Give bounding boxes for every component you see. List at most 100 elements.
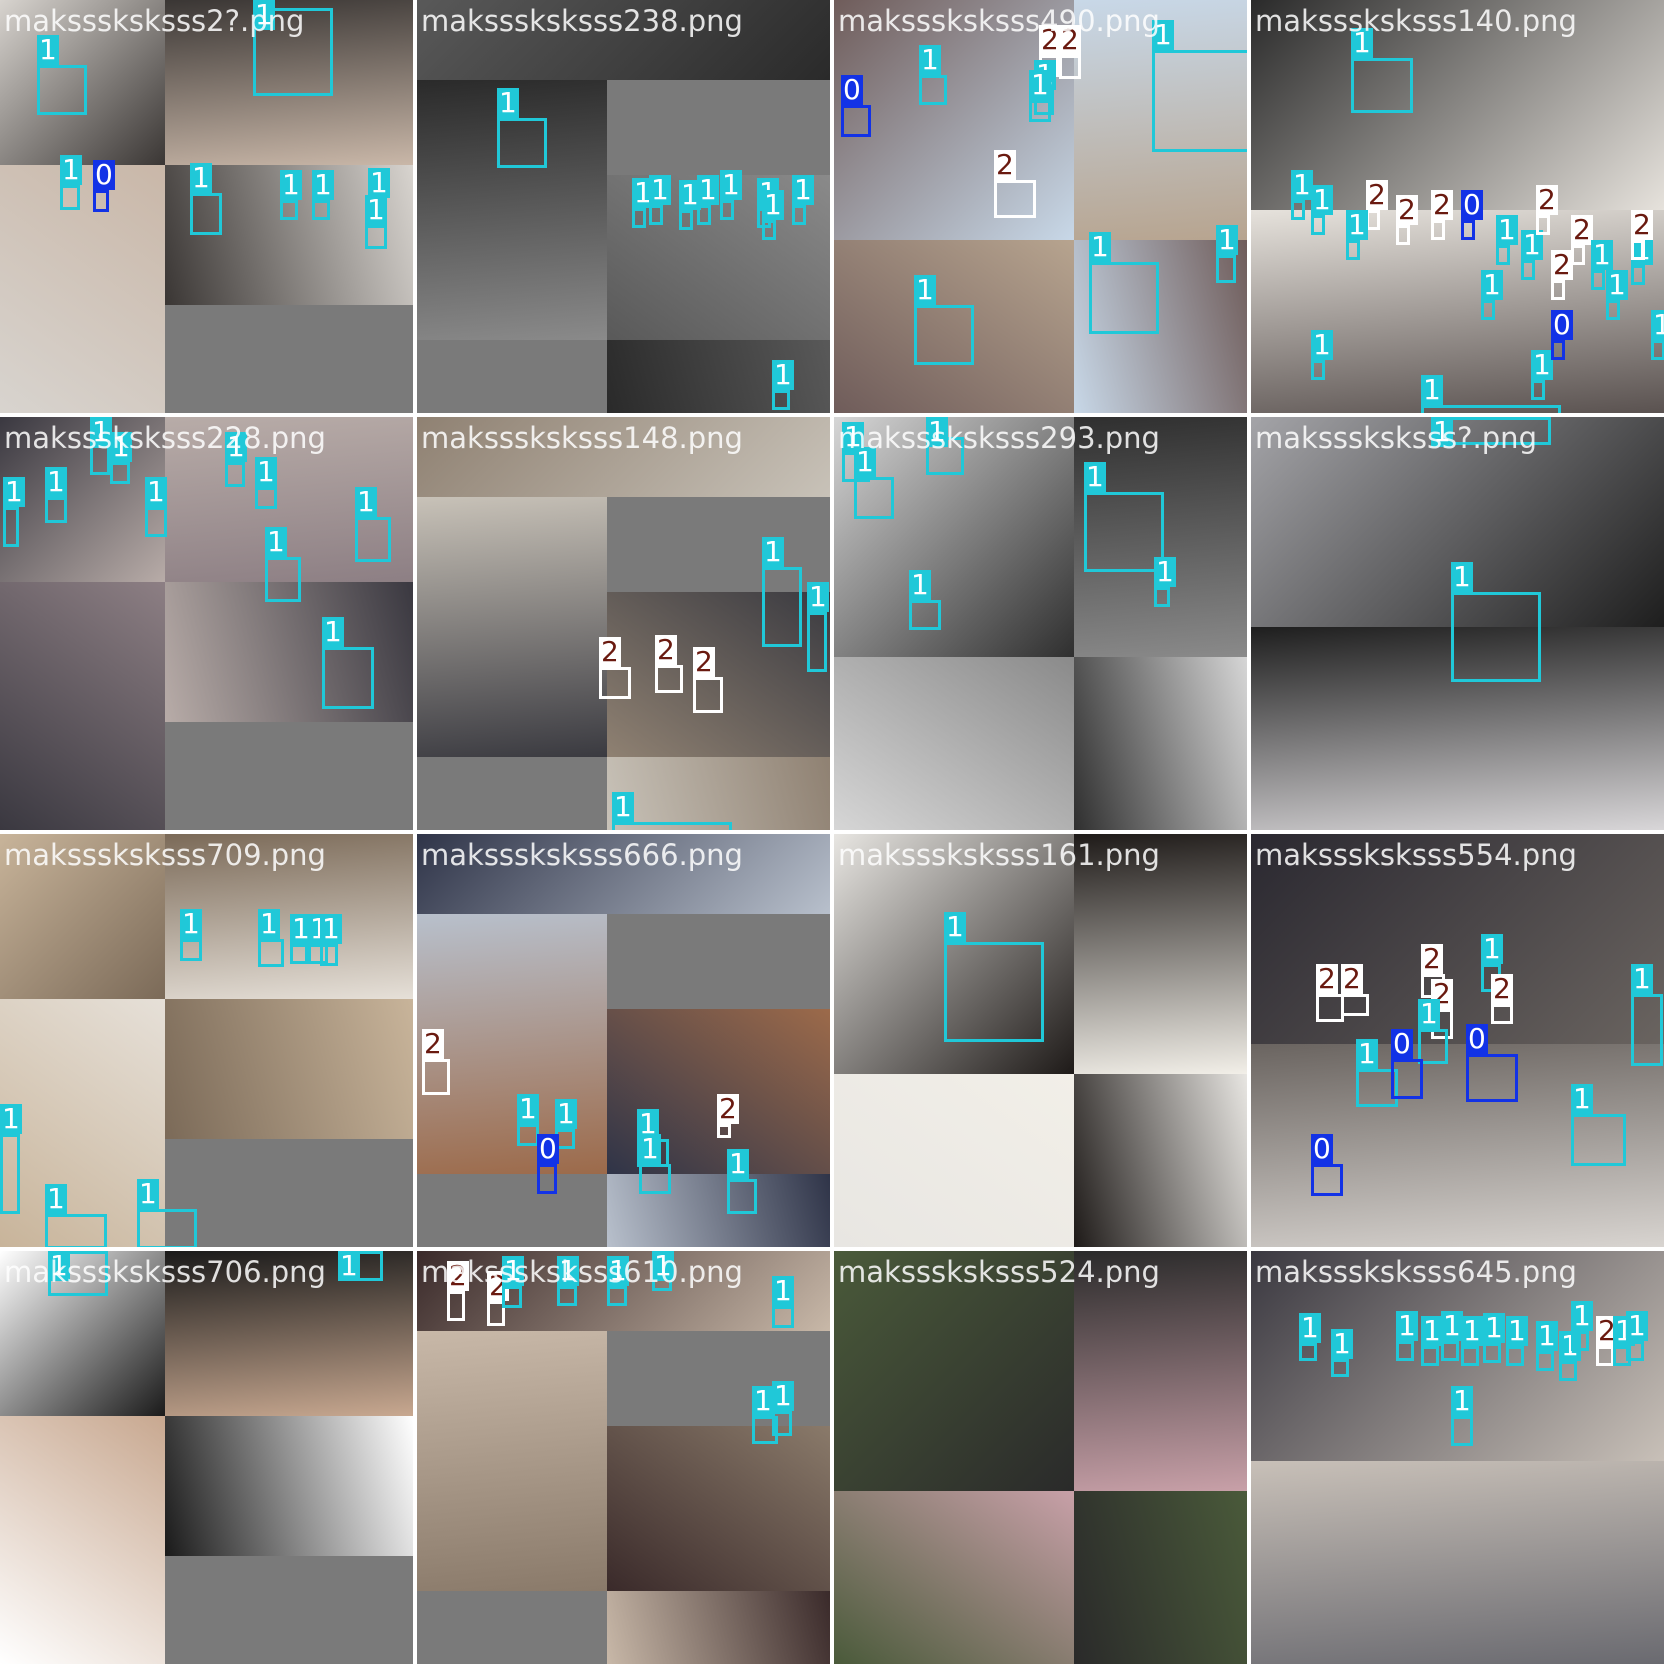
detection-box xyxy=(1451,592,1541,682)
class-label: 1 xyxy=(517,1092,539,1125)
class-label: 1 xyxy=(3,475,25,508)
class-label: 1 xyxy=(1311,328,1333,361)
photo-region xyxy=(607,1591,830,1664)
detection-box xyxy=(612,822,732,830)
class-label: 1 xyxy=(1441,1309,1463,1342)
detection-box xyxy=(190,193,222,235)
detection-mosaic: 111011111maksssksksss2?.png1111111111mak… xyxy=(0,0,1664,1664)
detection-box xyxy=(265,557,301,602)
detection-box xyxy=(447,1291,465,1321)
detection-box xyxy=(727,1179,757,1214)
detection-box xyxy=(37,65,87,115)
class-label: 1 xyxy=(1571,1299,1593,1332)
class-label: 0 xyxy=(1311,1132,1333,1165)
class-label: 2 xyxy=(717,1092,739,1125)
detection-box xyxy=(854,477,894,519)
class-label: 1 xyxy=(280,168,302,201)
detection-box xyxy=(3,507,19,547)
detection-box xyxy=(1396,1341,1414,1361)
photo-region xyxy=(607,1426,830,1591)
detection-box xyxy=(693,677,723,713)
class-label: 1 xyxy=(190,161,212,194)
detection-box xyxy=(1084,492,1164,572)
detection-box xyxy=(655,665,683,693)
detection-box xyxy=(1626,1341,1644,1361)
tile-filename: maksssksksss148.png xyxy=(421,421,743,455)
detection-box xyxy=(110,462,130,484)
class-label: 1 xyxy=(697,173,719,206)
tile-filename: maksssksksss293.png xyxy=(838,421,1160,455)
tile-filename: maksssksksss610.png xyxy=(421,1255,743,1289)
class-label: 1 xyxy=(1418,997,1440,1030)
detection-box xyxy=(1311,1164,1343,1196)
detection-box xyxy=(1571,1331,1589,1351)
class-label: 1 xyxy=(1591,238,1613,271)
class-label: 2 xyxy=(655,633,677,666)
detection-box xyxy=(1551,340,1565,360)
photo-region xyxy=(165,999,413,1139)
tile-filename: maksssksksss706.png xyxy=(4,1255,326,1289)
detection-box xyxy=(807,612,827,672)
detection-box xyxy=(1299,1343,1317,1361)
class-label: 1 xyxy=(1451,1384,1473,1417)
detection-box xyxy=(841,105,871,137)
mosaic-tile: 1 1 1 1 1 1 maksssksksss293.png xyxy=(834,417,1247,830)
detection-box xyxy=(1341,994,1369,1016)
class-label: 0 xyxy=(841,73,863,106)
photo-region xyxy=(0,582,165,830)
class-label: 1 xyxy=(1311,183,1333,216)
detection-box xyxy=(944,942,1044,1042)
class-label: 0 xyxy=(93,158,115,191)
detection-box xyxy=(632,208,646,228)
class-label: 1 xyxy=(1084,460,1106,493)
class-label: 1 xyxy=(145,475,167,508)
detection-box xyxy=(649,205,663,225)
class-label: 1 xyxy=(1029,68,1051,101)
photo-region xyxy=(417,497,607,757)
class-label: 0 xyxy=(1391,1027,1413,1060)
class-label: 2 xyxy=(1536,183,1558,216)
detection-box xyxy=(1596,1346,1614,1366)
detection-box xyxy=(762,220,776,240)
detection-box xyxy=(1441,1341,1459,1361)
photo-region xyxy=(1251,1461,1664,1664)
class-label: 0 xyxy=(537,1132,559,1165)
tile-filename: maksssksksss2?.png xyxy=(4,4,305,38)
class-label: 1 xyxy=(1421,373,1443,406)
class-label: 1 xyxy=(1496,213,1518,246)
detection-box xyxy=(1551,280,1565,300)
detection-box xyxy=(1571,245,1585,265)
class-label: 0 xyxy=(1461,188,1483,221)
class-label: 1 xyxy=(792,173,814,206)
detection-box xyxy=(1531,380,1545,400)
detection-box xyxy=(1216,255,1236,283)
detection-box xyxy=(280,200,298,220)
class-label: 2 xyxy=(1366,178,1388,211)
class-label: 1 xyxy=(1331,1327,1353,1360)
tile-filename: maksssksksss490.png xyxy=(838,4,1160,38)
class-label: 2 xyxy=(1396,193,1418,226)
detection-box xyxy=(1631,265,1645,285)
tile-filename: maksssksksss238.png xyxy=(421,4,743,38)
detection-box xyxy=(1521,260,1535,280)
photo-region xyxy=(1074,657,1247,830)
class-label: 1 xyxy=(0,1102,22,1135)
photo-region xyxy=(1074,1491,1247,1664)
class-label: 1 xyxy=(312,168,334,201)
class-label: 1 xyxy=(1216,223,1238,256)
detection-box xyxy=(792,205,806,225)
detection-box xyxy=(1496,245,1510,265)
mosaic-tile: maksssksksss524.png xyxy=(834,1251,1247,1664)
photo-region xyxy=(417,1331,607,1591)
detection-box xyxy=(497,118,547,168)
detection-box xyxy=(762,567,802,647)
mosaic-tile: 1 1 maksssksksss706.png xyxy=(0,1251,413,1664)
detection-box xyxy=(1311,360,1325,380)
class-label: 1 xyxy=(909,568,931,601)
detection-box xyxy=(994,180,1036,218)
class-label: 1 xyxy=(649,173,671,206)
class-label: 1 xyxy=(1631,962,1653,995)
class-label: 1 xyxy=(772,1274,794,1307)
detection-box xyxy=(1089,262,1159,334)
detection-box xyxy=(1346,240,1360,260)
